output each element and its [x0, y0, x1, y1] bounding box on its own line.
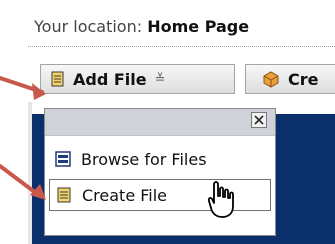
add-file-dropdown: Browse for Files Create File [44, 108, 276, 236]
close-button[interactable] [251, 112, 267, 128]
hand-cursor-icon [207, 181, 234, 218]
menu-item-browse-files[interactable]: Browse for Files [49, 143, 271, 175]
breadcrumb: Your location: Home Page [34, 17, 249, 36]
add-file-button[interactable]: Add File ≚ [40, 64, 235, 94]
add-file-label: Add File [73, 69, 147, 89]
location-value: Home Page [147, 17, 250, 36]
create-button[interactable]: Cre [245, 64, 335, 94]
callout-arrow-add-file [0, 76, 46, 100]
divider [28, 46, 335, 47]
menu-item-label: Create File [82, 185, 168, 205]
callout-arrow-create-file [0, 164, 46, 200]
menu-item-label: Browse for Files [81, 149, 207, 169]
chevron-down-icon[interactable]: ≚ [155, 73, 166, 86]
create-label: Cre [288, 69, 319, 89]
close-icon [254, 115, 264, 125]
folder-icon [263, 71, 279, 88]
dropdown-header [45, 109, 275, 136]
location-bar: Your location: Home Page [0, 0, 335, 56]
location-label: Your location: [34, 17, 143, 36]
